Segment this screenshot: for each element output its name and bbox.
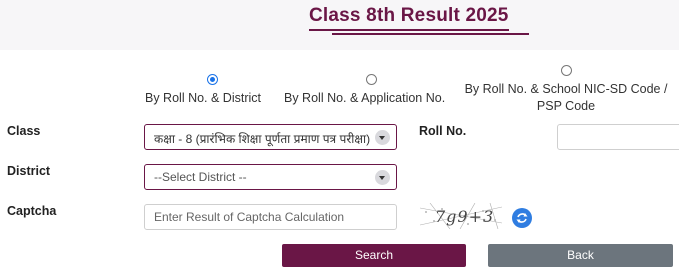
radio-label-roll-school-code: By Roll No. & School NIC-SD Code / PSP C… <box>464 82 668 113</box>
class-label: Class <box>7 124 41 138</box>
captcha-graphic: 7g9+3 <box>419 202 503 230</box>
district-select[interactable]: --Select District -- <box>144 164 397 190</box>
refresh-icon <box>516 213 528 223</box>
back-button[interactable]: Back <box>488 244 673 267</box>
captcha-text: 7g9+3 <box>435 207 494 226</box>
captcha-image: 7g9+3 <box>419 202 503 230</box>
title-underline-offset <box>332 33 529 35</box>
radio-label-roll-application: By Roll No. & Application No. <box>284 91 446 105</box>
refresh-captcha-button[interactable] <box>512 208 532 228</box>
district-label: District <box>7 164 51 178</box>
radio-button-roll-application[interactable] <box>366 74 377 85</box>
chevron-down-icon <box>375 170 390 185</box>
radio-button-roll-school-code[interactable] <box>561 65 572 76</box>
title-underline <box>309 29 509 31</box>
class-select-value: कक्षा - 8 (प्रारंभिक शिक्षा पूर्णता प्रम… <box>154 132 371 146</box>
roll-no-input[interactable] <box>557 124 679 150</box>
district-select-value: --Select District -- <box>154 170 247 184</box>
search-button[interactable]: Search <box>282 244 466 267</box>
roll-no-label: Roll No. <box>419 124 467 138</box>
page-title: Class 8th Result 2025 <box>309 5 509 26</box>
captcha-input[interactable] <box>144 204 397 230</box>
radio-label-roll-district: By Roll No. & District <box>145 91 261 105</box>
class-select[interactable]: कक्षा - 8 (प्रारंभिक शिक्षा पूर्णता प्रम… <box>144 124 397 150</box>
radio-button-roll-district[interactable] <box>207 74 218 85</box>
captcha-label: Captcha <box>7 204 57 218</box>
chevron-down-icon <box>375 130 390 145</box>
